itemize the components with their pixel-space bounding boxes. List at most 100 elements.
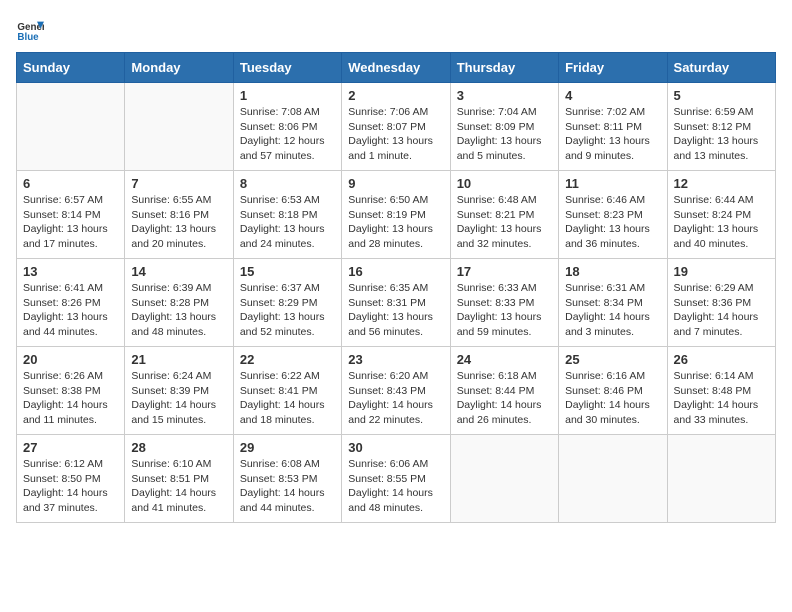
header-thursday: Thursday bbox=[450, 53, 558, 83]
calendar-cell: 18 Sunrise: 6:31 AMSunset: 8:34 PMDayligh… bbox=[559, 259, 667, 347]
day-number: 23 bbox=[348, 352, 443, 367]
day-info: Sunrise: 6:08 AMSunset: 8:53 PMDaylight:… bbox=[240, 457, 335, 516]
calendar-cell: 30Sunrise: 6:06 AMSunset: 8:55 PMDayligh… bbox=[342, 435, 450, 523]
calendar-cell bbox=[125, 83, 233, 171]
svg-text:Blue: Blue bbox=[17, 32, 39, 43]
day-info: Sunrise: 6:16 AMSunset: 8:46 PMDaylight:… bbox=[565, 369, 660, 428]
calendar-cell: 24Sunrise: 6:18 AMSunset: 8:44 PMDayligh… bbox=[450, 347, 558, 435]
day-number: 1 bbox=[240, 88, 335, 103]
day-number: 26 bbox=[674, 352, 769, 367]
day-info: Sunrise: 6:48 AMSunset: 8:21 PMDaylight:… bbox=[457, 193, 552, 252]
calendar-cell: 3 Sunrise: 7:04 AMSunset: 8:09 PMDaylight… bbox=[450, 83, 558, 171]
day-info: Sunrise: 6:59 AMSunset: 8:12 PMDaylight:… bbox=[674, 105, 769, 164]
calendar-cell: 15Sunrise: 6:37 AMSunset: 8:29 PMDayligh… bbox=[233, 259, 341, 347]
calendar-cell: 10 Sunrise: 6:48 AMSunset: 8:21 PMDayligh… bbox=[450, 171, 558, 259]
day-info: Sunrise: 6:12 AMSunset: 8:50 PMDaylight:… bbox=[23, 457, 118, 516]
day-info: Sunrise: 6:18 AMSunset: 8:44 PMDaylight:… bbox=[457, 369, 552, 428]
header-wednesday: Wednesday bbox=[342, 53, 450, 83]
day-number: 12 bbox=[674, 176, 769, 191]
day-number: 17 bbox=[457, 264, 552, 279]
calendar-cell: 20Sunrise: 6:26 AMSunset: 8:38 PMDayligh… bbox=[17, 347, 125, 435]
header-friday: Friday bbox=[559, 53, 667, 83]
day-number: 30 bbox=[348, 440, 443, 455]
day-number: 28 bbox=[131, 440, 226, 455]
calendar-cell: 28 Sunrise: 6:10 AMSunset: 8:51 PMDayligh… bbox=[125, 435, 233, 523]
calendar-cell: 4 Sunrise: 7:02 AMSunset: 8:11 PMDaylight… bbox=[559, 83, 667, 171]
day-info: Sunrise: 6:39 AMSunset: 8:28 PMDaylight:… bbox=[131, 281, 226, 340]
calendar-cell: 16Sunrise: 6:35 AMSunset: 8:31 PMDayligh… bbox=[342, 259, 450, 347]
day-number: 16 bbox=[348, 264, 443, 279]
calendar-cell bbox=[667, 435, 775, 523]
day-number: 4 bbox=[565, 88, 660, 103]
day-number: 13 bbox=[23, 264, 118, 279]
calendar-cell: 13Sunrise: 6:41 AMSunset: 8:26 PMDayligh… bbox=[17, 259, 125, 347]
day-info: Sunrise: 6:29 AMSunset: 8:36 PMDaylight:… bbox=[674, 281, 769, 340]
week-row-4: 20Sunrise: 6:26 AMSunset: 8:38 PMDayligh… bbox=[17, 347, 776, 435]
calendar-cell bbox=[17, 83, 125, 171]
header-saturday: Saturday bbox=[667, 53, 775, 83]
day-number: 21 bbox=[131, 352, 226, 367]
calendar-cell: 9 Sunrise: 6:50 AMSunset: 8:19 PMDaylight… bbox=[342, 171, 450, 259]
calendar-cell bbox=[559, 435, 667, 523]
header-sunday: Sunday bbox=[17, 53, 125, 83]
calendar-cell: 8 Sunrise: 6:53 AMSunset: 8:18 PMDaylight… bbox=[233, 171, 341, 259]
day-number: 10 bbox=[457, 176, 552, 191]
day-info: Sunrise: 6:22 AMSunset: 8:41 PMDaylight:… bbox=[240, 369, 335, 428]
calendar-cell: 25 Sunrise: 6:16 AMSunset: 8:46 PMDayligh… bbox=[559, 347, 667, 435]
day-number: 19 bbox=[674, 264, 769, 279]
calendar-cell: 29 Sunrise: 6:08 AMSunset: 8:53 PMDayligh… bbox=[233, 435, 341, 523]
day-info: Sunrise: 6:50 AMSunset: 8:19 PMDaylight:… bbox=[348, 193, 443, 252]
day-number: 11 bbox=[565, 176, 660, 191]
day-info: Sunrise: 6:31 AMSunset: 8:34 PMDaylight:… bbox=[565, 281, 660, 340]
calendar-cell: 27 Sunrise: 6:12 AMSunset: 8:50 PMDayligh… bbox=[17, 435, 125, 523]
day-number: 5 bbox=[674, 88, 769, 103]
day-info: Sunrise: 6:20 AMSunset: 8:43 PMDaylight:… bbox=[348, 369, 443, 428]
header-tuesday: Tuesday bbox=[233, 53, 341, 83]
day-info: Sunrise: 7:08 AMSunset: 8:06 PMDaylight:… bbox=[240, 105, 335, 164]
calendar-cell: 2 Sunrise: 7:06 AMSunset: 8:07 PMDaylight… bbox=[342, 83, 450, 171]
calendar-cell: 1 Sunrise: 7:08 AMSunset: 8:06 PMDaylight… bbox=[233, 83, 341, 171]
day-info: Sunrise: 6:24 AMSunset: 8:39 PMDaylight:… bbox=[131, 369, 226, 428]
week-row-5: 27 Sunrise: 6:12 AMSunset: 8:50 PMDayligh… bbox=[17, 435, 776, 523]
logo: General Blue bbox=[16, 16, 44, 44]
day-number: 20 bbox=[23, 352, 118, 367]
day-number: 2 bbox=[348, 88, 443, 103]
calendar-cell: 7 Sunrise: 6:55 AMSunset: 8:16 PMDaylight… bbox=[125, 171, 233, 259]
week-row-3: 13Sunrise: 6:41 AMSunset: 8:26 PMDayligh… bbox=[17, 259, 776, 347]
calendar-cell: 22 Sunrise: 6:22 AMSunset: 8:41 PMDayligh… bbox=[233, 347, 341, 435]
calendar: SundayMondayTuesdayWednesdayThursdayFrid… bbox=[16, 52, 776, 523]
day-number: 27 bbox=[23, 440, 118, 455]
day-number: 25 bbox=[565, 352, 660, 367]
day-number: 18 bbox=[565, 264, 660, 279]
day-number: 14 bbox=[131, 264, 226, 279]
calendar-cell bbox=[450, 435, 558, 523]
day-number: 22 bbox=[240, 352, 335, 367]
day-number: 3 bbox=[457, 88, 552, 103]
day-info: Sunrise: 6:46 AMSunset: 8:23 PMDaylight:… bbox=[565, 193, 660, 252]
day-number: 8 bbox=[240, 176, 335, 191]
day-info: Sunrise: 6:55 AMSunset: 8:16 PMDaylight:… bbox=[131, 193, 226, 252]
calendar-cell: 12 Sunrise: 6:44 AMSunset: 8:24 PMDayligh… bbox=[667, 171, 775, 259]
calendar-cell: 11 Sunrise: 6:46 AMSunset: 8:23 PMDayligh… bbox=[559, 171, 667, 259]
week-row-1: 1 Sunrise: 7:08 AMSunset: 8:06 PMDaylight… bbox=[17, 83, 776, 171]
calendar-cell: 19 Sunrise: 6:29 AMSunset: 8:36 PMDayligh… bbox=[667, 259, 775, 347]
calendar-cell: 14 Sunrise: 6:39 AMSunset: 8:28 PMDayligh… bbox=[125, 259, 233, 347]
day-info: Sunrise: 7:02 AMSunset: 8:11 PMDaylight:… bbox=[565, 105, 660, 164]
day-info: Sunrise: 7:04 AMSunset: 8:09 PMDaylight:… bbox=[457, 105, 552, 164]
day-number: 9 bbox=[348, 176, 443, 191]
day-number: 7 bbox=[131, 176, 226, 191]
day-info: Sunrise: 6:44 AMSunset: 8:24 PMDaylight:… bbox=[674, 193, 769, 252]
day-info: Sunrise: 7:06 AMSunset: 8:07 PMDaylight:… bbox=[348, 105, 443, 164]
day-info: Sunrise: 6:14 AMSunset: 8:48 PMDaylight:… bbox=[674, 369, 769, 428]
day-number: 15 bbox=[240, 264, 335, 279]
header-monday: Monday bbox=[125, 53, 233, 83]
day-info: Sunrise: 6:10 AMSunset: 8:51 PMDaylight:… bbox=[131, 457, 226, 516]
calendar-header-row: SundayMondayTuesdayWednesdayThursdayFrid… bbox=[17, 53, 776, 83]
day-info: Sunrise: 6:53 AMSunset: 8:18 PMDaylight:… bbox=[240, 193, 335, 252]
day-info: Sunrise: 6:33 AMSunset: 8:33 PMDaylight:… bbox=[457, 281, 552, 340]
week-row-2: 6Sunrise: 6:57 AMSunset: 8:14 PMDaylight… bbox=[17, 171, 776, 259]
header: General Blue bbox=[16, 16, 776, 44]
day-number: 29 bbox=[240, 440, 335, 455]
calendar-cell: 6Sunrise: 6:57 AMSunset: 8:14 PMDaylight… bbox=[17, 171, 125, 259]
calendar-cell: 17 Sunrise: 6:33 AMSunset: 8:33 PMDayligh… bbox=[450, 259, 558, 347]
